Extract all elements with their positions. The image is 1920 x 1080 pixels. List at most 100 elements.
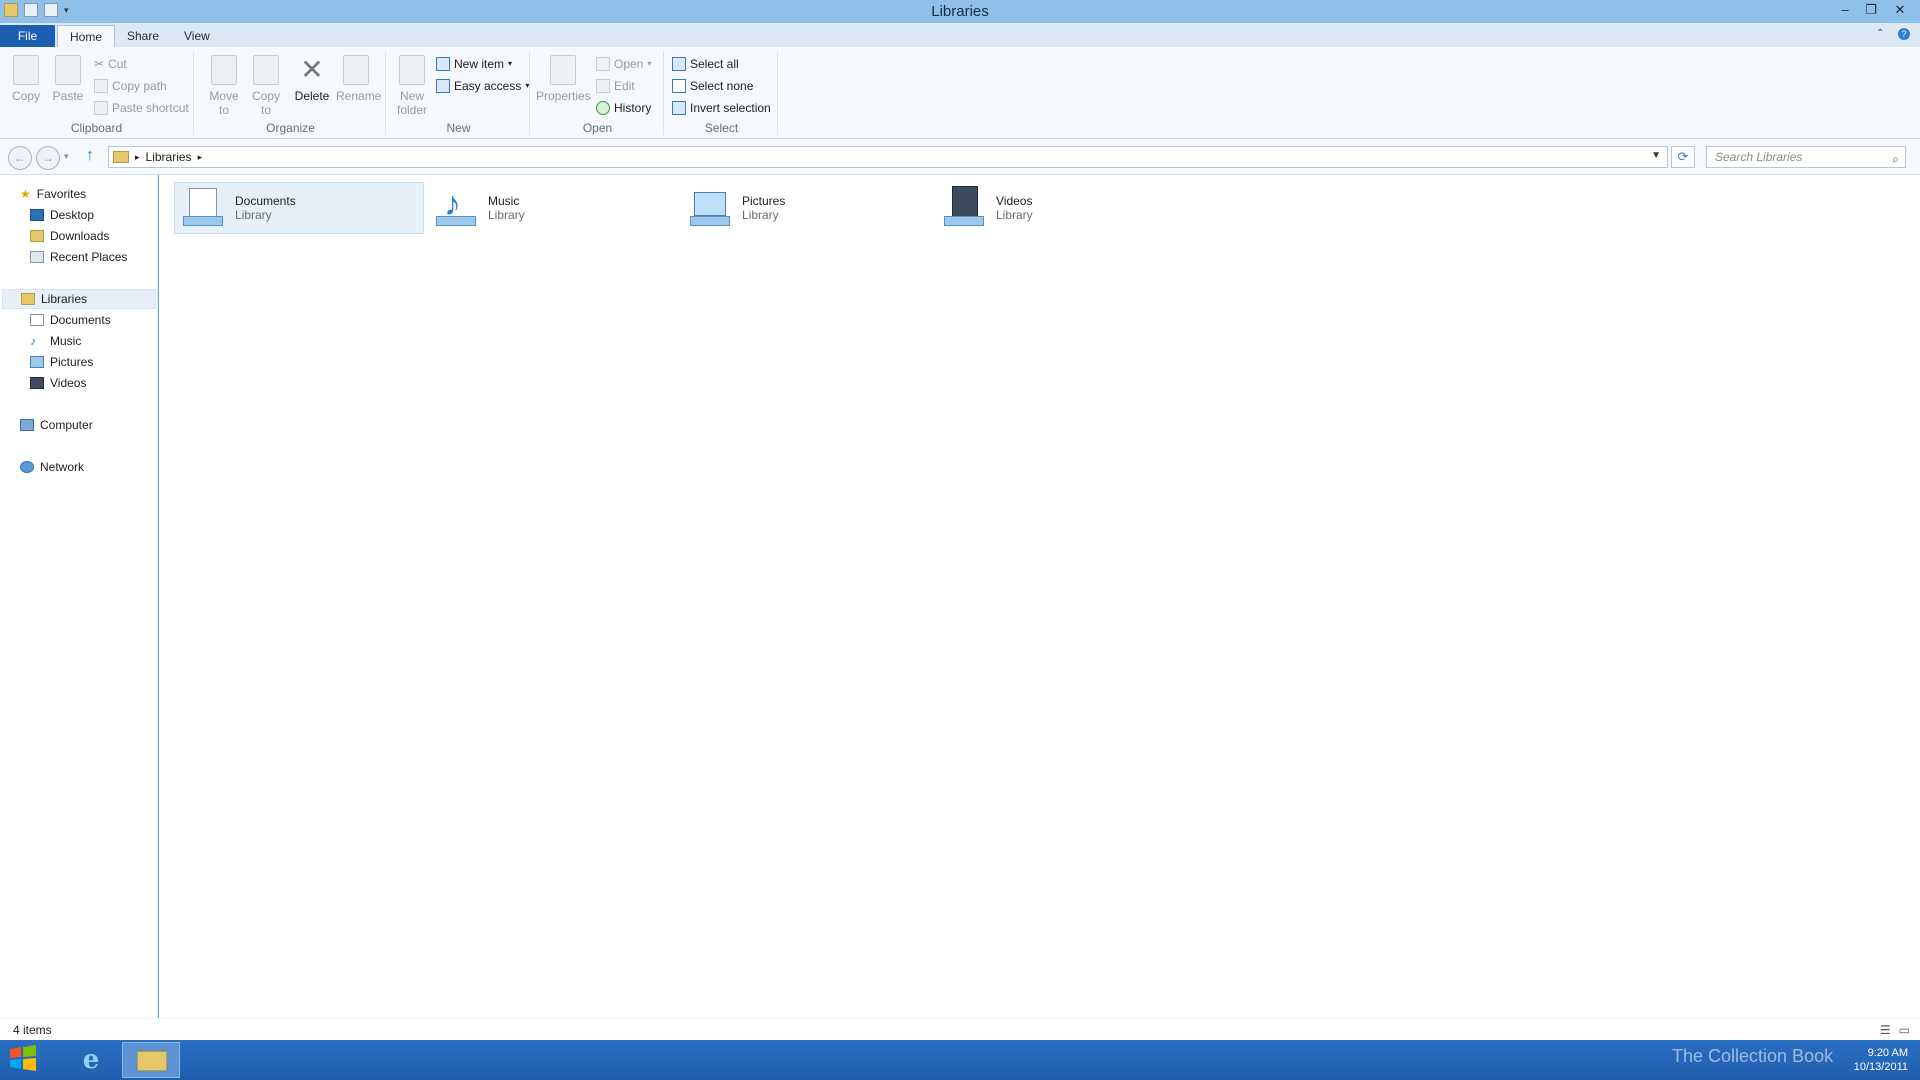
copy-path-icon <box>94 79 108 93</box>
details-view-icon[interactable]: ☰ <box>1880 1023 1891 1037</box>
minimize-ribbon-icon[interactable]: ⌃ <box>1876 28 1888 40</box>
cut-button[interactable]: ✂ Cut <box>94 55 127 73</box>
easy-access-button[interactable]: Easy access ▾ <box>436 77 529 95</box>
nav-computer-label: Computer <box>40 418 93 432</box>
breadcrumb-separator-icon[interactable]: ▸ <box>135 152 140 163</box>
search-input[interactable]: Search Libraries ⌕ <box>1706 146 1906 168</box>
system-tray[interactable]: 9:20 AM 10/13/2011 <box>1854 1046 1908 1074</box>
library-type: Library <box>235 208 272 222</box>
search-placeholder: Search Libraries <box>1715 150 1803 164</box>
library-type: Library <box>996 208 1033 222</box>
libraries-icon <box>113 151 129 163</box>
nav-libraries[interactable]: Libraries <box>2 289 156 309</box>
tab-home[interactable]: Home <box>57 25 116 47</box>
tab-share[interactable]: Share <box>115 25 171 47</box>
desktop-icon <box>30 209 44 221</box>
properties-button[interactable]: Properties <box>536 55 591 103</box>
star-icon: ★ <box>20 187 31 201</box>
up-arrow-icon[interactable]: ↑ <box>86 147 94 165</box>
select-none-button[interactable]: Select none <box>672 77 753 95</box>
file-explorer-taskbar-button[interactable] <box>122 1042 180 1078</box>
new-folder-button[interactable]: New folder <box>392 55 432 117</box>
large-icons-view-icon[interactable]: ▭ <box>1899 1023 1910 1037</box>
forward-arrow-icon: → <box>42 151 54 165</box>
recent-places-icon <box>30 251 44 263</box>
file-list: Documents Library ♪ Music Library Pictur… <box>159 175 1920 1018</box>
paste-shortcut-button[interactable]: Paste shortcut <box>94 99 189 117</box>
paste-label: Paste <box>52 89 84 103</box>
restore-button[interactable]: ❐ <box>1860 2 1882 18</box>
copy-to-button[interactable]: Copy to <box>246 55 286 117</box>
search-icon[interactable]: ⌕ <box>1892 149 1899 169</box>
start-button[interactable] <box>6 1043 48 1077</box>
organize-group: Move to Copy to ✕ Delete Rename Organize <box>196 51 386 135</box>
select-group-label: Select <box>704 121 739 135</box>
network-icon <box>20 461 34 473</box>
open-label: Open <box>614 57 644 71</box>
nav-desktop[interactable]: Desktop <box>30 205 94 225</box>
library-name: Pictures <box>742 194 786 208</box>
nav-documents[interactable]: Documents <box>30 310 111 330</box>
copy-path-button[interactable]: Copy path <box>94 77 167 95</box>
nav-network[interactable]: Network <box>20 457 84 477</box>
copy-button[interactable]: Copy <box>6 55 46 103</box>
library-name: Videos <box>996 194 1033 208</box>
nav-music[interactable]: ♪ Music <box>30 331 81 351</box>
help-icon[interactable]: ? <box>1898 28 1910 40</box>
ribbon-tabs: File Home Share View ⌃ ? <box>0 23 1920 47</box>
library-tile-documents[interactable]: Documents Library <box>174 182 424 234</box>
tab-file[interactable]: File <box>0 25 55 47</box>
delete-button[interactable]: ✕ Delete <box>292 54 332 104</box>
copy-label: Copy <box>11 89 40 103</box>
invert-selection-icon <box>672 101 686 115</box>
copy-icon <box>13 55 39 85</box>
select-all-button[interactable]: Select all <box>672 55 739 73</box>
delete-x-icon: ✕ <box>300 54 324 85</box>
videos-icon <box>30 377 44 389</box>
nav-recent-places[interactable]: Recent Places <box>30 247 127 267</box>
tab-view[interactable]: View <box>172 25 222 47</box>
open-group-label: Open <box>582 121 613 135</box>
clipboard-group: Copy Paste ✂ Cut Copy path Paste shortcu… <box>0 51 194 135</box>
library-name: Documents <box>235 194 296 208</box>
library-tile-videos[interactable]: Videos Library <box>936 182 1186 234</box>
address-row: ← → ▾ ↑ ▸ Libraries ▸ ▼ ⟳ Search Librari… <box>0 139 1920 175</box>
history-button[interactable]: History <box>596 99 651 117</box>
breadcrumb-separator-icon[interactable]: ▸ <box>198 152 203 163</box>
nav-pictures[interactable]: Pictures <box>30 352 93 372</box>
new-item-button[interactable]: New item ▾ <box>436 55 512 73</box>
nav-favorites[interactable]: ★ Favorites <box>20 184 86 204</box>
forward-button[interactable]: → <box>36 146 60 170</box>
new-item-label: New item <box>454 57 505 71</box>
library-tile-pictures[interactable]: Pictures Library <box>682 182 932 234</box>
rename-button[interactable]: Rename <box>336 55 381 103</box>
invert-selection-button[interactable]: Invert selection <box>672 99 771 117</box>
refresh-button[interactable]: ⟳ <box>1671 146 1695 168</box>
select-all-icon <box>672 57 686 71</box>
downloads-icon <box>30 230 44 242</box>
new-group-label: New <box>446 121 471 135</box>
paste-button[interactable]: Paste <box>48 55 88 103</box>
internet-explorer-icon[interactable]: e <box>70 1043 112 1077</box>
new-item-icon <box>436 57 450 71</box>
nav-downloads[interactable]: Downloads <box>30 226 109 246</box>
nav-videos[interactable]: Videos <box>30 373 86 393</box>
breadcrumb-libraries[interactable]: Libraries <box>146 150 192 164</box>
library-tile-music[interactable]: ♪ Music Library <box>428 182 678 234</box>
address-bar[interactable]: ▸ Libraries ▸ ▼ <box>108 146 1668 168</box>
easy-access-label: Easy access <box>454 79 522 93</box>
minimize-button[interactable]: – <box>1834 2 1856 18</box>
properties-label: Properties <box>536 89 591 103</box>
back-button[interactable]: ← <box>8 146 32 170</box>
paste-icon <box>55 55 81 85</box>
clock-date: 10/13/2011 <box>1853 1061 1908 1073</box>
edit-button[interactable]: Edit <box>596 77 635 95</box>
address-dropdown-icon[interactable]: ▼ <box>1651 150 1661 161</box>
nav-downloads-label: Downloads <box>50 229 110 243</box>
open-button[interactable]: Open ▾ <box>596 55 651 73</box>
nav-videos-label: Videos <box>50 376 87 390</box>
nav-computer[interactable]: Computer <box>20 415 93 435</box>
recent-locations-chevron-icon[interactable]: ▾ <box>64 151 69 162</box>
move-to-button[interactable]: Move to <box>204 55 244 117</box>
close-button[interactable]: ✕ <box>1886 2 1914 18</box>
